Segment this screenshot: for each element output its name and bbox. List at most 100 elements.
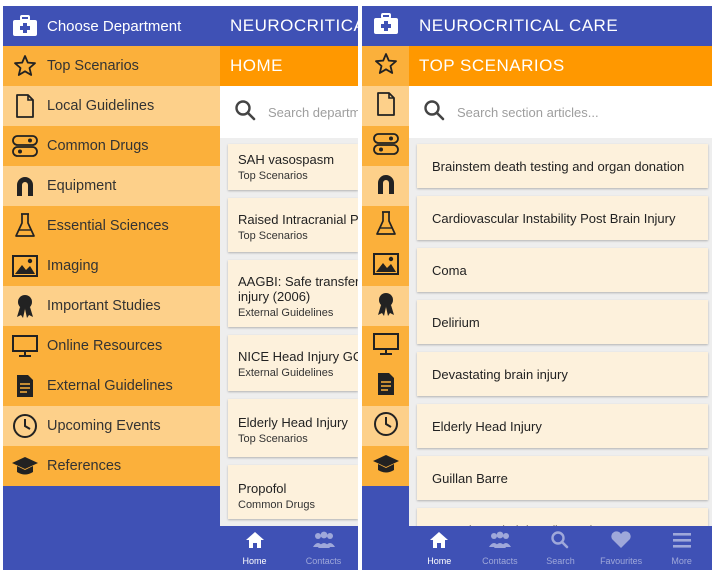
nav-home[interactable]: Home bbox=[220, 526, 289, 570]
rail-item-external-guidelines[interactable] bbox=[362, 366, 409, 406]
article-item[interactable]: Devastating brain injury bbox=[417, 352, 708, 396]
card-subtitle: External Guidelines bbox=[238, 307, 334, 319]
home-card[interactable]: Raised Intracranial Pressure Top Scenari… bbox=[228, 198, 358, 252]
flask-icon bbox=[3, 206, 47, 246]
nav-favourites[interactable]: Favourites bbox=[591, 526, 652, 570]
ribbon-icon bbox=[375, 291, 397, 322]
card-title: Elderly Head Injury bbox=[238, 415, 348, 430]
article-item[interactable]: Cardiovascular Instability Post Brain In… bbox=[417, 196, 708, 240]
nav-home[interactable]: Home bbox=[409, 526, 470, 570]
document-icon bbox=[376, 91, 396, 121]
rail-item-upcoming-events[interactable] bbox=[362, 406, 409, 446]
rail-item-references[interactable] bbox=[362, 446, 409, 486]
nav-contacts[interactable]: Contacts bbox=[470, 526, 531, 570]
card-subtitle: External Guidelines bbox=[238, 367, 334, 379]
rail-item-essential-sciences[interactable] bbox=[362, 206, 409, 246]
card-title: Raised Intracranial Pressure bbox=[238, 212, 358, 227]
home-icon bbox=[429, 531, 449, 554]
drawer-item-external-guidelines[interactable]: External Guidelines bbox=[3, 366, 220, 406]
top-scenarios-page: NEUROCRITICAL CARE TOP SCENARIOS Search … bbox=[409, 6, 712, 570]
clock-icon bbox=[3, 406, 47, 446]
search-icon bbox=[423, 99, 445, 126]
rail-item-online-resources[interactable] bbox=[362, 326, 409, 366]
pill-icon bbox=[372, 132, 400, 161]
drawer-item-top-scenarios[interactable]: Top Scenarios bbox=[3, 46, 220, 86]
magnet-icon bbox=[374, 172, 398, 201]
drawer-header[interactable]: Choose Department bbox=[3, 6, 220, 46]
rail-item-common-drugs[interactable] bbox=[362, 126, 409, 166]
article-item[interactable]: Brainstem death testing and organ donati… bbox=[417, 144, 708, 188]
home-card[interactable]: AAGBI: Safe transfer injury (2006) Exter… bbox=[228, 260, 358, 327]
star-icon bbox=[3, 46, 47, 86]
app-title: NEUROCRITICAL CARE bbox=[230, 16, 358, 35]
drawer-item-references[interactable]: References bbox=[3, 446, 220, 486]
magnet-icon bbox=[3, 166, 47, 206]
search-bar[interactable]: Search section articles... bbox=[409, 86, 712, 138]
drawer-item-label: Important Studies bbox=[47, 298, 161, 314]
home-card[interactable]: Propofol Common Drugs bbox=[228, 465, 358, 519]
app-title: NEUROCRITICAL CARE bbox=[419, 16, 619, 35]
star-icon bbox=[374, 52, 398, 81]
drawer-item-label: Top Scenarios bbox=[47, 58, 139, 74]
section-title-bar: HOME bbox=[220, 46, 358, 86]
nav-label: Home bbox=[427, 555, 452, 566]
rail-item-important-studies[interactable] bbox=[362, 286, 409, 326]
search-input[interactable]: Search section articles... bbox=[457, 105, 599, 120]
article-item[interactable]: Guillan Barre bbox=[417, 456, 708, 500]
nav-label: Contacts bbox=[305, 555, 342, 566]
rail-item-equipment[interactable] bbox=[362, 166, 409, 206]
article-list: Brainstem death testing and organ donati… bbox=[409, 138, 712, 552]
home-card[interactable]: Elderly Head Injury Top Scenarios bbox=[228, 399, 358, 457]
drawer-item-online-resources[interactable]: Online Resources bbox=[3, 326, 220, 366]
article-item[interactable]: Elderly Head Injury bbox=[417, 404, 708, 448]
heart-icon bbox=[610, 530, 632, 554]
section-title: HOME bbox=[230, 56, 283, 75]
drawer-item-important-studies[interactable]: Important Studies bbox=[3, 286, 220, 326]
flask-icon bbox=[375, 210, 397, 242]
article-item[interactable]: Delirium bbox=[417, 300, 708, 344]
image-icon bbox=[372, 252, 399, 280]
contacts-icon bbox=[487, 531, 513, 554]
rail-header[interactable] bbox=[362, 6, 409, 46]
monitor-icon bbox=[3, 326, 47, 366]
section-title-bar: TOP SCENARIOS bbox=[409, 46, 712, 86]
bottom-navigation: Home Contacts bbox=[220, 526, 358, 570]
drawer-item-upcoming-events[interactable]: Upcoming Events bbox=[3, 406, 220, 446]
drawer-item-local-guidelines[interactable]: Local Guidelines bbox=[3, 86, 220, 126]
collapsed-drawer-rail bbox=[362, 6, 409, 570]
pill-icon bbox=[3, 126, 47, 166]
drawer-item-common-drugs[interactable]: Common Drugs bbox=[3, 126, 220, 166]
nav-contacts[interactable]: Contacts bbox=[289, 526, 358, 570]
drawer-item-imaging[interactable]: Imaging bbox=[3, 246, 220, 286]
rail-item-top-scenarios[interactable] bbox=[362, 46, 409, 86]
drawer-item-label: Equipment bbox=[47, 178, 117, 194]
home-icon bbox=[245, 531, 265, 554]
rail-item-local-guidelines[interactable] bbox=[362, 86, 409, 126]
nav-search[interactable]: Search bbox=[530, 526, 591, 570]
card-title: AAGBI: Safe transfer bbox=[238, 274, 358, 289]
rail-item-imaging[interactable] bbox=[362, 246, 409, 286]
drawer-item-label: Local Guidelines bbox=[47, 98, 155, 114]
navigation-drawer: Choose Department Top Scenarios Local Gu… bbox=[3, 6, 220, 570]
home-card[interactable]: NICE Head Injury GC External Guidelines bbox=[228, 335, 358, 391]
drawer-item-equipment[interactable]: Equipment bbox=[3, 166, 220, 206]
search-bar[interactable]: Search departments... bbox=[220, 86, 358, 138]
clock-icon bbox=[373, 411, 399, 442]
text-document-icon bbox=[3, 366, 47, 406]
nav-label: Home bbox=[242, 555, 267, 566]
home-card[interactable]: SAH vasospasm Top Scenarios bbox=[228, 144, 358, 190]
search-input[interactable]: Search departments... bbox=[268, 105, 358, 120]
nav-label: Favourites bbox=[600, 555, 643, 566]
ribbon-icon bbox=[3, 286, 47, 326]
medical-kit-icon bbox=[373, 12, 399, 40]
article-item[interactable]: Coma bbox=[417, 248, 708, 292]
card-title: SAH vasospasm bbox=[238, 152, 335, 167]
nav-label: Search bbox=[546, 555, 575, 566]
card-subtitle: Top Scenarios bbox=[238, 433, 308, 445]
document-icon bbox=[3, 86, 47, 126]
nav-more[interactable]: More bbox=[651, 526, 712, 570]
search-icon bbox=[550, 530, 570, 554]
card-title: NICE Head Injury GC bbox=[238, 349, 358, 364]
drawer-item-essential-sciences[interactable]: Essential Sciences bbox=[3, 206, 220, 246]
left-screen: NEUROCRITICAL CARE HOME Search departmen… bbox=[3, 6, 358, 570]
